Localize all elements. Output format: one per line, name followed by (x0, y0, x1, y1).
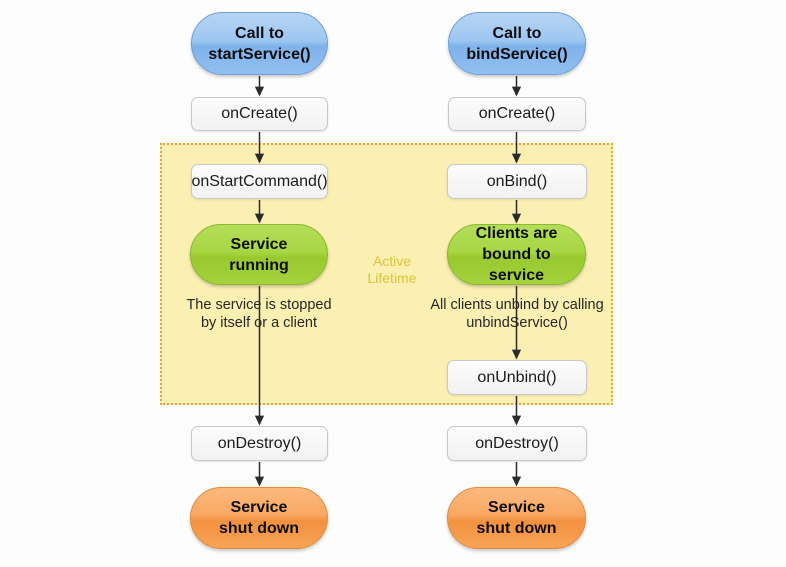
node-label: onStartCommand() (191, 172, 328, 190)
node-label: onDestroy() (217, 434, 302, 452)
node-label: Clients are bound to service (475, 225, 558, 284)
node-label: Call to startService() (208, 24, 311, 63)
node-label: Service shut down (476, 499, 557, 537)
node-call-to-bind-service[interactable]: Call to bindService() (448, 12, 586, 75)
node-clients-bound-to-service[interactable]: Clients are bound to service (447, 224, 586, 285)
node-service-running[interactable]: Service running (190, 224, 328, 285)
node-on-start-command[interactable]: onStartCommand() (191, 164, 328, 199)
node-bind-service-shut-down[interactable]: Service shut down (447, 487, 586, 549)
service-lifecycle-diagram: Active Lifetime Call to startService() o… (0, 0, 786, 567)
node-label: onDestroy() (475, 434, 559, 452)
node-label: Call to bindService() (466, 24, 568, 63)
active-lifetime-label: Active Lifetime (367, 253, 417, 286)
node-label: Service running (229, 235, 289, 274)
node-label: onCreate() (221, 105, 298, 122)
node-call-to-start-service[interactable]: Call to startService() (191, 12, 328, 75)
node-on-unbind[interactable]: onUnbind() (447, 360, 587, 395)
node-bind-on-create[interactable]: onCreate() (448, 97, 586, 131)
caption-clients-unbind: All clients unbind by calling unbindServ… (430, 297, 604, 331)
node-start-on-create[interactable]: onCreate() (191, 97, 328, 131)
node-label: onBind() (486, 172, 548, 190)
node-bind-on-destroy[interactable]: onDestroy() (447, 426, 587, 461)
node-on-bind[interactable]: onBind() (447, 164, 587, 199)
node-start-on-destroy[interactable]: onDestroy() (191, 426, 328, 461)
caption-service-stopped: The service is stopped by itself or a cl… (186, 297, 332, 331)
node-label: onUnbind() (477, 368, 557, 386)
node-start-service-shut-down[interactable]: Service shut down (190, 487, 328, 549)
node-label: onCreate() (478, 105, 556, 122)
node-label: Service shut down (219, 499, 299, 537)
